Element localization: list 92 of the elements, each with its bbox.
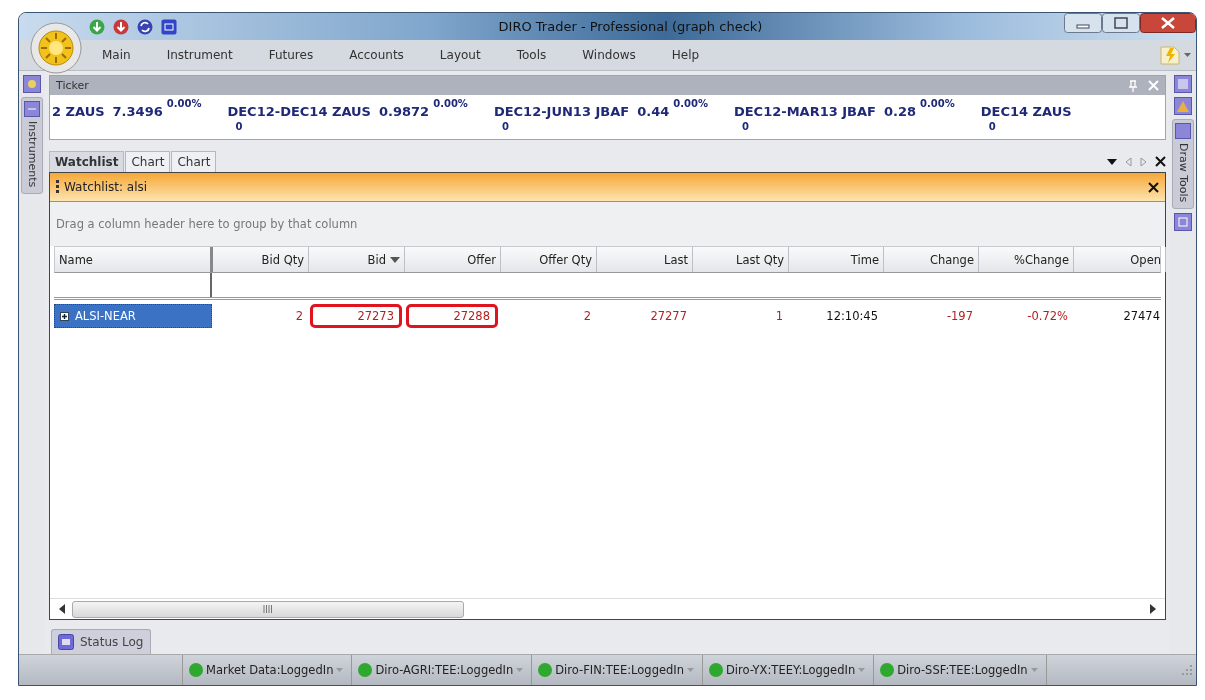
table-cell: 27273 [310,304,402,328]
panel-title: Ticker [56,79,89,92]
window-icon [58,634,74,650]
table-cell: 27288 [406,304,498,328]
column-header[interactable]: Last Qty [693,247,789,272]
table-cell-text: 2 [582,308,592,325]
window-icon[interactable] [161,18,177,35]
scroll-left-icon[interactable] [58,604,66,614]
ticker-price: 7.3496 [112,103,163,119]
menu-item[interactable]: Tools [498,48,565,62]
download-icon[interactable] [113,18,129,35]
ticker-volume: 0 [235,121,243,132]
close-icon[interactable] [1140,13,1196,33]
table-cell-text: -197 [945,308,974,325]
grip-icon [263,605,273,613]
download-icon[interactable] [89,18,105,35]
menu-item[interactable]: Instrument [148,48,251,62]
watchlist-title: Watchlist: alsi [64,180,148,194]
menu-item[interactable]: Futures [250,48,332,62]
table-cell-text: 27474 [1122,308,1161,325]
column-header[interactable]: Offer [405,247,501,272]
ticker-symbol: DEC12-JUN13 JBAF [493,103,630,119]
status-item[interactable]: Diro-SSF:TEE:LoggedIn [874,655,1047,685]
menu-item[interactable]: Windows [564,48,654,62]
list-icon [24,101,40,117]
table-cell-text: -0.72% [1026,308,1069,325]
menu-item[interactable]: Layout [421,48,499,62]
tab[interactable]: Chart [125,151,171,172]
caret-icon [516,667,524,673]
window-icon[interactable] [1174,75,1192,93]
ticker-price: 0.28 [883,103,917,119]
tab[interactable]: Status Log [51,629,151,654]
column-header[interactable]: Bid Qty [213,247,309,272]
table-cell-text: 27277 [649,308,688,325]
ticker-volume: 0 [501,121,509,132]
status-item[interactable]: Diro-YX:TEEY:LoggedIn [703,655,875,685]
close-icon[interactable] [1155,156,1166,167]
caret-icon [1030,667,1038,673]
table-cell[interactable]: ALSI-NEAR [54,304,212,328]
ticker-change: 0.00% [673,98,708,109]
side-tab[interactable]: Draw Tools [1172,119,1194,210]
tab[interactable]: Watchlist [49,151,125,172]
caret-icon [336,667,344,673]
table-cell-text: 1 [774,308,784,325]
column-header[interactable]: %Change [979,247,1074,272]
ticker-symbol: 2 ZAUS [52,103,105,119]
minimize-icon[interactable] [1064,13,1102,33]
tab[interactable]: Chart [171,151,217,172]
caret-icon [687,667,694,673]
table-cell-text: 2 [294,308,304,325]
ticker-price: 0.44 [637,103,670,119]
square-icon [1175,123,1191,139]
ticker-symbol: DEC12-DEC14 ZAUS [227,103,371,119]
column-header[interactable]: Open [1074,247,1166,272]
ticker-change: 0.00% [433,98,468,109]
ticker-change: 0.00% [920,98,955,109]
close-icon[interactable] [1148,181,1159,193]
scrollbar-thumb[interactable] [72,600,464,618]
status-item[interactable]: Diro-FIN:TEE:LoggedIn [532,655,703,685]
caret-icon[interactable] [1184,52,1192,58]
caret-icon [858,667,866,673]
chart-icon[interactable] [1174,97,1192,115]
maximize-icon[interactable] [1102,13,1140,33]
refresh-icon[interactable] [137,18,153,35]
menu-item[interactable]: Main [84,48,149,62]
ticker-price: 0.9872 [379,103,430,119]
ticker-volume: 0 [988,121,996,132]
window-icon[interactable] [1174,213,1192,232]
status-item[interactable]: Diro-AGRI:TEE:LoggedIn [352,655,533,685]
table-cell-text: 12:10:45 [825,308,879,325]
column-header[interactable]: Change [884,247,979,272]
menu-item[interactable]: Accounts [331,48,422,62]
ticker-change: 0.00% [166,98,202,109]
ticker-volume: 0 [741,121,749,132]
column-header[interactable]: Bid [309,247,405,272]
column-header[interactable]: Time [789,247,884,272]
grip-icon[interactable] [56,180,59,194]
scroll-right-icon[interactable] [1149,604,1157,614]
resize-grip-icon[interactable] [1182,665,1192,675]
ticker-symbol: DEC12-MAR13 JBAF [733,103,876,119]
menu-item[interactable]: Help [653,48,718,62]
side-tab[interactable]: Instruments [21,97,43,195]
status-item[interactable]: Market Data:LoggedIn [183,655,353,685]
picture-icon[interactable] [23,75,41,93]
dropdown-icon[interactable] [1107,157,1117,166]
expand-icon[interactable] [60,311,69,321]
column-header[interactable]: Name [55,247,213,272]
column-header[interactable]: Last [597,247,693,272]
window-title: DIRO Trader - Professional (graph check) [497,19,764,34]
column-header[interactable]: Offer Qty [501,247,597,272]
ticker-symbol: DEC14 ZAUS [980,103,1072,119]
group-hint: Drag a column header here to group by that column [56,217,358,231]
